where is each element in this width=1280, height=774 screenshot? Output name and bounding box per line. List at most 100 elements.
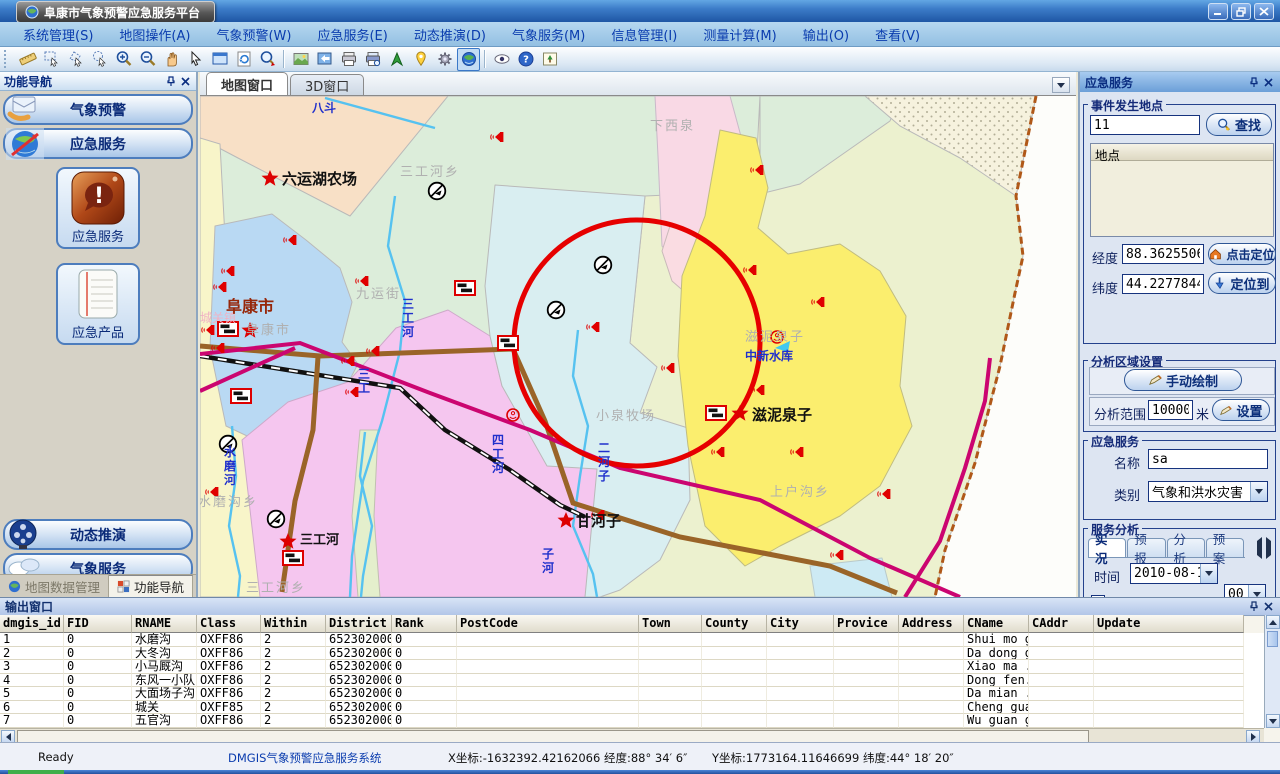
site-flag-marker[interactable]: [283, 551, 303, 565]
column-header[interactable]: Address: [899, 615, 964, 633]
column-header[interactable]: Within: [261, 615, 326, 633]
list-header[interactable]: 地点: [1091, 144, 1273, 161]
menu-item[interactable]: 输出(O): [790, 25, 862, 44]
set-range-button[interactable]: 设置: [1212, 399, 1270, 421]
tab-forecast[interactable]: 预报: [1127, 538, 1165, 557]
site-flag-marker[interactable]: [706, 406, 726, 420]
window-list-dropdown[interactable]: [1052, 77, 1070, 93]
table-row[interactable]: 50大面场子沟OXFF8626523020000Da mian ...: [0, 687, 1264, 701]
location-result-list[interactable]: 地点: [1090, 143, 1274, 237]
measure-icon[interactable]: [16, 48, 39, 71]
refresh-icon[interactable]: [232, 48, 255, 71]
weather-station-marker[interactable]: [595, 257, 612, 274]
column-header[interactable]: City: [767, 615, 834, 633]
select-polygon-icon[interactable]: [64, 48, 87, 71]
table-row[interactable]: 60城关OXFF8526523020000Cheng guan: [0, 701, 1264, 715]
tab-plan[interactable]: 预案: [1206, 538, 1244, 557]
tab-function-navigation[interactable]: 功能导航: [109, 575, 193, 597]
map-canvas[interactable]: 八斗三工河乡下西泉六运湖农场九运街城关镇阜康市阜康市滋泥泉子中新水库小泉牧场滋泥…: [200, 96, 1076, 597]
menu-item[interactable]: 应急服务(E): [304, 25, 400, 44]
menu-item[interactable]: 气象预警(W): [203, 25, 304, 44]
full-extent-icon[interactable]: [208, 48, 231, 71]
column-header[interactable]: Provice: [834, 615, 899, 633]
site-flag-marker[interactable]: [231, 389, 251, 403]
export-image-icon[interactable]: [313, 48, 336, 71]
select-rect-icon[interactable]: [40, 48, 63, 71]
site-flag-marker[interactable]: [498, 336, 518, 350]
pin-icon[interactable]: [164, 75, 178, 88]
identify-zoom-icon[interactable]: [256, 48, 279, 71]
menu-item[interactable]: 系统管理(S): [10, 25, 106, 44]
minimize-button[interactable]: [1208, 3, 1228, 20]
nav-group-dynamic-deduction[interactable]: 动态推演: [3, 519, 193, 550]
table-vscrollbar[interactable]: [1264, 615, 1280, 728]
chevron-down-icon[interactable]: [1200, 564, 1217, 583]
column-header[interactable]: Update: [1094, 615, 1244, 633]
column-header[interactable]: Class: [197, 615, 261, 633]
tab-scroll-right-icon[interactable]: [1266, 541, 1271, 555]
help-icon[interactable]: ?: [514, 48, 537, 71]
table-row[interactable]: 40东风一小队OXFF8626523020000Dong fen...: [0, 674, 1264, 688]
tab-scroll-left-icon[interactable]: [1257, 541, 1262, 555]
close-button[interactable]: [1254, 3, 1274, 20]
service-name-input[interactable]: [1148, 449, 1268, 469]
print-icon[interactable]: [337, 48, 360, 71]
close-icon[interactable]: [178, 75, 192, 88]
select-lasso-icon[interactable]: [88, 48, 111, 71]
emergency-service-button[interactable]: ! 应急服务: [56, 167, 140, 249]
print-preview-icon[interactable]: [361, 48, 384, 71]
menu-item[interactable]: 测量计算(M): [690, 25, 789, 44]
site-flag-marker[interactable]: [455, 281, 475, 295]
chevron-down-icon[interactable]: [1250, 482, 1267, 501]
nav-arrow-icon[interactable]: [385, 48, 408, 71]
placemark-icon[interactable]: [409, 48, 432, 71]
manual-draw-button[interactable]: 手动绘制: [1124, 369, 1242, 391]
toolbar-grip[interactable]: [4, 50, 11, 68]
longitude-input[interactable]: [1122, 244, 1204, 264]
find-button[interactable]: 查找: [1206, 113, 1272, 136]
tab-map-data-management[interactable]: 地图数据管理: [0, 575, 109, 597]
menu-item[interactable]: 气象服务(M): [499, 25, 598, 44]
analysis-range-input[interactable]: [1148, 400, 1193, 420]
weather-station-marker[interactable]: [268, 511, 285, 528]
menu-item[interactable]: 动态推演(D): [401, 25, 499, 44]
nav-group-weather-warning[interactable]: 气象预警: [3, 94, 193, 125]
column-header[interactable]: Town: [639, 615, 702, 633]
column-header[interactable]: dmgis_id: [0, 615, 64, 633]
menu-item[interactable]: 地图操作(A): [106, 25, 203, 44]
tab-map-view[interactable]: 地图窗口: [206, 72, 288, 95]
column-header[interactable]: CName: [964, 615, 1029, 633]
column-header[interactable]: RNAME: [132, 615, 197, 633]
table-row[interactable]: 10水磨沟OXFF8626523020000Shui mo gou: [0, 633, 1264, 647]
service-type-select[interactable]: 气象和洪水灾害: [1148, 481, 1268, 502]
zoom-in-icon[interactable]: [112, 48, 135, 71]
latitude-input[interactable]: [1122, 274, 1204, 294]
pointer-icon[interactable]: [184, 48, 207, 71]
tab-analysis[interactable]: 分析: [1167, 538, 1205, 557]
column-header[interactable]: FID: [64, 615, 132, 633]
column-header[interactable]: PostCode: [457, 615, 639, 633]
restore-button[interactable]: [1231, 3, 1251, 20]
pin-icon[interactable]: [1247, 76, 1261, 89]
zoom-out-icon[interactable]: [136, 48, 159, 71]
emergency-product-button[interactable]: 应急产品: [56, 263, 140, 345]
tab-live[interactable]: 实况: [1088, 538, 1126, 557]
close-icon[interactable]: [1261, 600, 1275, 613]
table-row[interactable]: 70五官沟OXFF8626523020000Wu guan gou: [0, 714, 1264, 728]
date-select[interactable]: 2010-08-13: [1130, 563, 1218, 584]
tab-3d-view[interactable]: 3D窗口: [290, 74, 364, 95]
column-header[interactable]: County: [702, 615, 767, 633]
location-search-input[interactable]: [1090, 115, 1200, 135]
menu-item[interactable]: 查看(V): [862, 25, 933, 44]
nav-group-emergency-service[interactable]: 应急服务: [3, 128, 193, 159]
click-locate-button[interactable]: 点击定位: [1208, 243, 1276, 265]
close-icon[interactable]: [1261, 76, 1275, 89]
column-header[interactable]: Rank: [392, 615, 457, 633]
table-row[interactable]: 30小马厩沟OXFF8626523020000Xiao ma ...: [0, 660, 1264, 674]
goto-button[interactable]: 定位到: [1208, 272, 1276, 294]
hour-select[interactable]: 00: [1224, 584, 1266, 597]
menu-item[interactable]: 信息管理(I): [598, 25, 690, 44]
column-header[interactable]: District: [326, 615, 392, 633]
map-image-icon[interactable]: [289, 48, 312, 71]
column-header[interactable]: CAddr: [1029, 615, 1094, 633]
